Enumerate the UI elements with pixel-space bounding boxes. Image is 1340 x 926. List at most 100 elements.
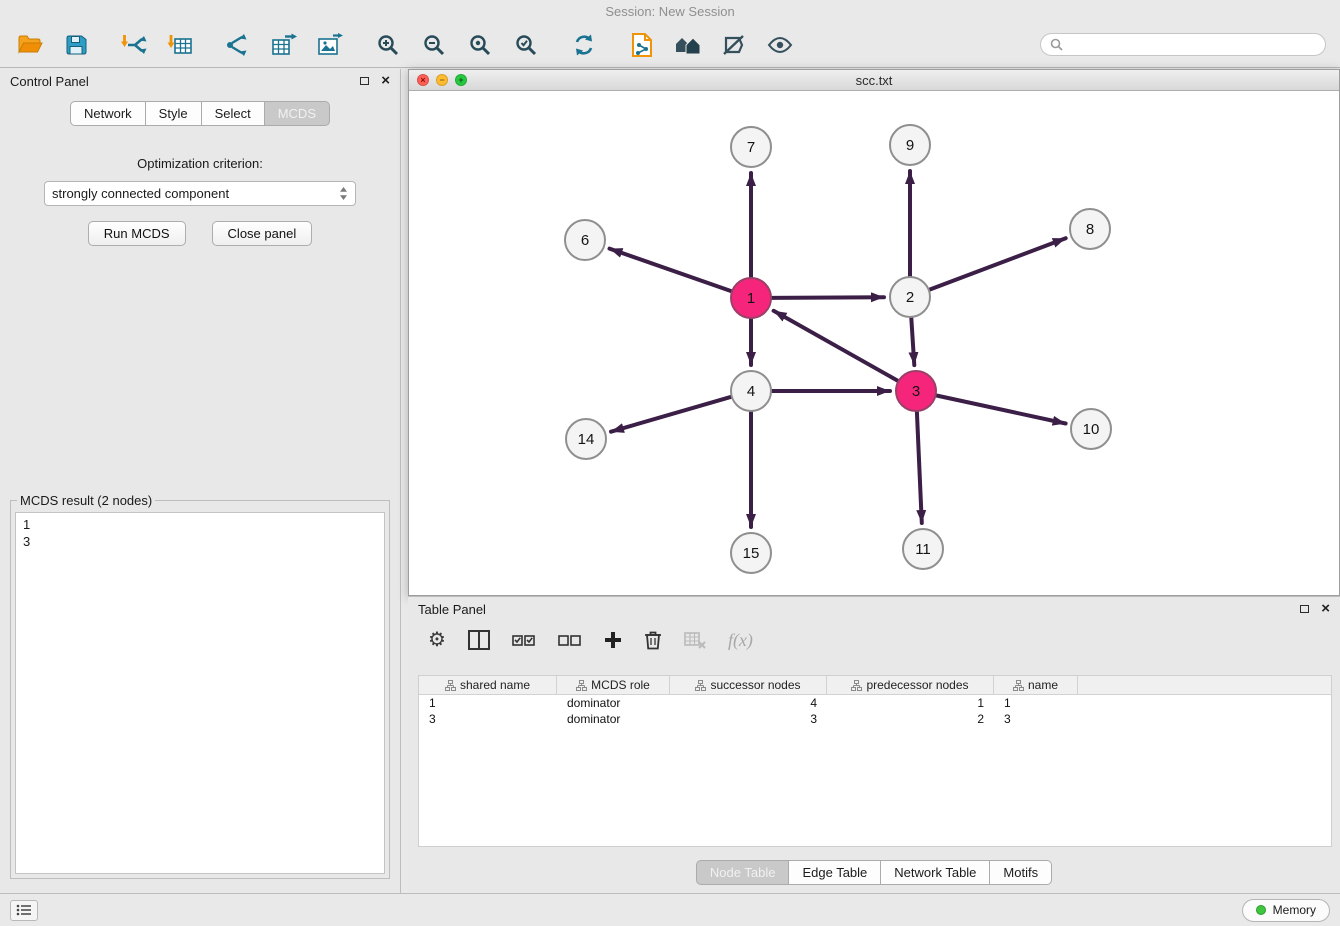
select-all-button[interactable] [512, 632, 536, 648]
float-icon [360, 77, 369, 85]
table-cell: 1 [994, 696, 1078, 710]
graph-edge-2-3[interactable] [911, 318, 914, 365]
table-cell: 2 [827, 712, 994, 726]
network-graph[interactable]: 7 9 6 8 1 2 4 3 14 10 15 11 [409, 91, 1339, 595]
table-panel: Table Panel × ⚙ [408, 596, 1340, 893]
graph-node-2[interactable]: 2 [890, 277, 930, 317]
tab-network[interactable]: Network [70, 101, 146, 126]
graph-node-7[interactable]: 7 [731, 127, 771, 167]
graph-edge-1-2[interactable] [772, 297, 884, 298]
import-table-button[interactable] [164, 29, 196, 61]
table-mode-button[interactable]: ⚙ [428, 630, 446, 650]
graph-node-10[interactable]: 10 [1071, 409, 1111, 449]
graph-node-11[interactable]: 11 [903, 529, 943, 569]
delete-column-button[interactable] [644, 630, 662, 650]
import-network-button[interactable] [118, 29, 150, 61]
run-mcds-button[interactable]: Run MCDS [88, 221, 186, 246]
close-panel-button[interactable]: Close panel [212, 221, 313, 246]
graph-edge-1-6[interactable] [610, 249, 732, 292]
function-builder-button[interactable]: f(x) [728, 630, 753, 651]
graph-edge-4-14[interactable] [611, 397, 731, 432]
graph-node-1[interactable]: 1 [731, 278, 771, 318]
export-table-button[interactable] [268, 29, 300, 61]
minimize-window-button[interactable]: − [436, 74, 448, 86]
tab-network-table[interactable]: Network Table [881, 860, 990, 885]
network-canvas[interactable]: 7 9 6 8 1 2 4 3 14 10 15 11 [409, 91, 1339, 595]
graph-edge-3-10[interactable] [937, 396, 1066, 424]
column-header-shared-name[interactable]: shared name [419, 676, 557, 694]
hide-details-button[interactable] [718, 29, 750, 61]
optimization-criterion-label: Optimization criterion: [0, 156, 400, 171]
select-all-icon [512, 632, 536, 648]
network-from-selection-button[interactable] [626, 29, 658, 61]
export-group [222, 29, 346, 61]
column-browser-button[interactable] [468, 630, 490, 650]
column-header-MCDS-role[interactable]: MCDS role [557, 676, 670, 694]
search-box[interactable] [1040, 33, 1326, 56]
save-session-icon [65, 34, 87, 56]
table-row[interactable]: 1dominator411 [419, 695, 1331, 711]
memory-button[interactable]: Memory [1242, 899, 1330, 922]
graph-node-3[interactable]: 3 [896, 371, 936, 411]
table-cell: 4 [670, 696, 827, 710]
graph-node-15[interactable]: 15 [731, 533, 771, 573]
table-cell: 3 [419, 712, 557, 726]
svg-text:1: 1 [747, 290, 755, 307]
deselect-all-button[interactable] [558, 632, 582, 648]
zoom-out-button[interactable] [418, 29, 450, 61]
search-icon [1050, 38, 1063, 51]
table-cell: 3 [670, 712, 827, 726]
control-panel-float-button[interactable] [360, 77, 381, 85]
task-history-button[interactable] [10, 900, 38, 921]
tab-edge-table[interactable]: Edge Table [789, 860, 881, 885]
table-toolbar: ⚙ [408, 621, 1340, 659]
table-cell: dominator [557, 712, 670, 726]
maximize-window-button[interactable]: + [455, 74, 467, 86]
tab-node-table[interactable]: Node Table [696, 860, 790, 885]
tab-select[interactable]: Select [202, 101, 265, 126]
zoom-out-icon [422, 33, 446, 57]
zoom-selected-button[interactable] [510, 29, 542, 61]
export-network-button[interactable] [222, 29, 254, 61]
neighbors-button[interactable] [672, 29, 704, 61]
svg-text:15: 15 [743, 545, 760, 562]
control-panel-close-button[interactable]: × [381, 74, 390, 88]
view-group [626, 29, 796, 61]
graph-node-6[interactable]: 6 [565, 220, 605, 260]
window-controls: × − + [417, 74, 467, 86]
tab-mcds[interactable]: MCDS [265, 101, 330, 126]
graph-node-4[interactable]: 4 [731, 371, 771, 411]
graph-node-14[interactable]: 14 [566, 419, 606, 459]
column-header-successor-nodes[interactable]: successor nodes [670, 676, 827, 694]
table-panel-float-button[interactable] [1300, 605, 1321, 613]
mcds-result-list[interactable]: 13 [15, 512, 385, 874]
save-session-button[interactable] [60, 29, 92, 61]
tab-style[interactable]: Style [146, 101, 202, 126]
zoom-in-button[interactable] [372, 29, 404, 61]
graph-edge-2-8[interactable] [930, 238, 1066, 289]
deselect-all-icon [558, 632, 582, 648]
table-panel-close-button[interactable]: × [1321, 602, 1330, 616]
tab-motifs[interactable]: Motifs [990, 860, 1052, 885]
close-window-button[interactable]: × [417, 74, 429, 86]
search-input[interactable] [1069, 37, 1316, 53]
graph-edge-3-1[interactable] [774, 311, 898, 381]
add-column-button[interactable] [604, 631, 622, 649]
graph-node-9[interactable]: 9 [890, 125, 930, 165]
graph-edge-3-11[interactable] [917, 412, 922, 523]
zoom-fit-button[interactable] [464, 29, 496, 61]
control-panel: Control Panel × NetworkStyleSelectMCDS O… [0, 69, 401, 893]
delete-table-button[interactable] [684, 631, 706, 649]
show-details-button[interactable] [764, 29, 796, 61]
column-header-predecessor-nodes[interactable]: predecessor nodes [827, 676, 994, 694]
apply-layout-button[interactable] [568, 29, 600, 61]
table-row[interactable]: 3dominator323 [419, 711, 1331, 727]
optimization-criterion-select[interactable]: strongly connected component [44, 181, 356, 206]
file-group [14, 29, 92, 61]
table-mode-gear-icon: ⚙ [428, 630, 446, 650]
graph-node-8[interactable]: 8 [1070, 209, 1110, 249]
export-network-icon [224, 33, 252, 57]
column-header-name[interactable]: name [994, 676, 1078, 694]
open-session-button[interactable] [14, 29, 46, 61]
export-image-button[interactable] [314, 29, 346, 61]
